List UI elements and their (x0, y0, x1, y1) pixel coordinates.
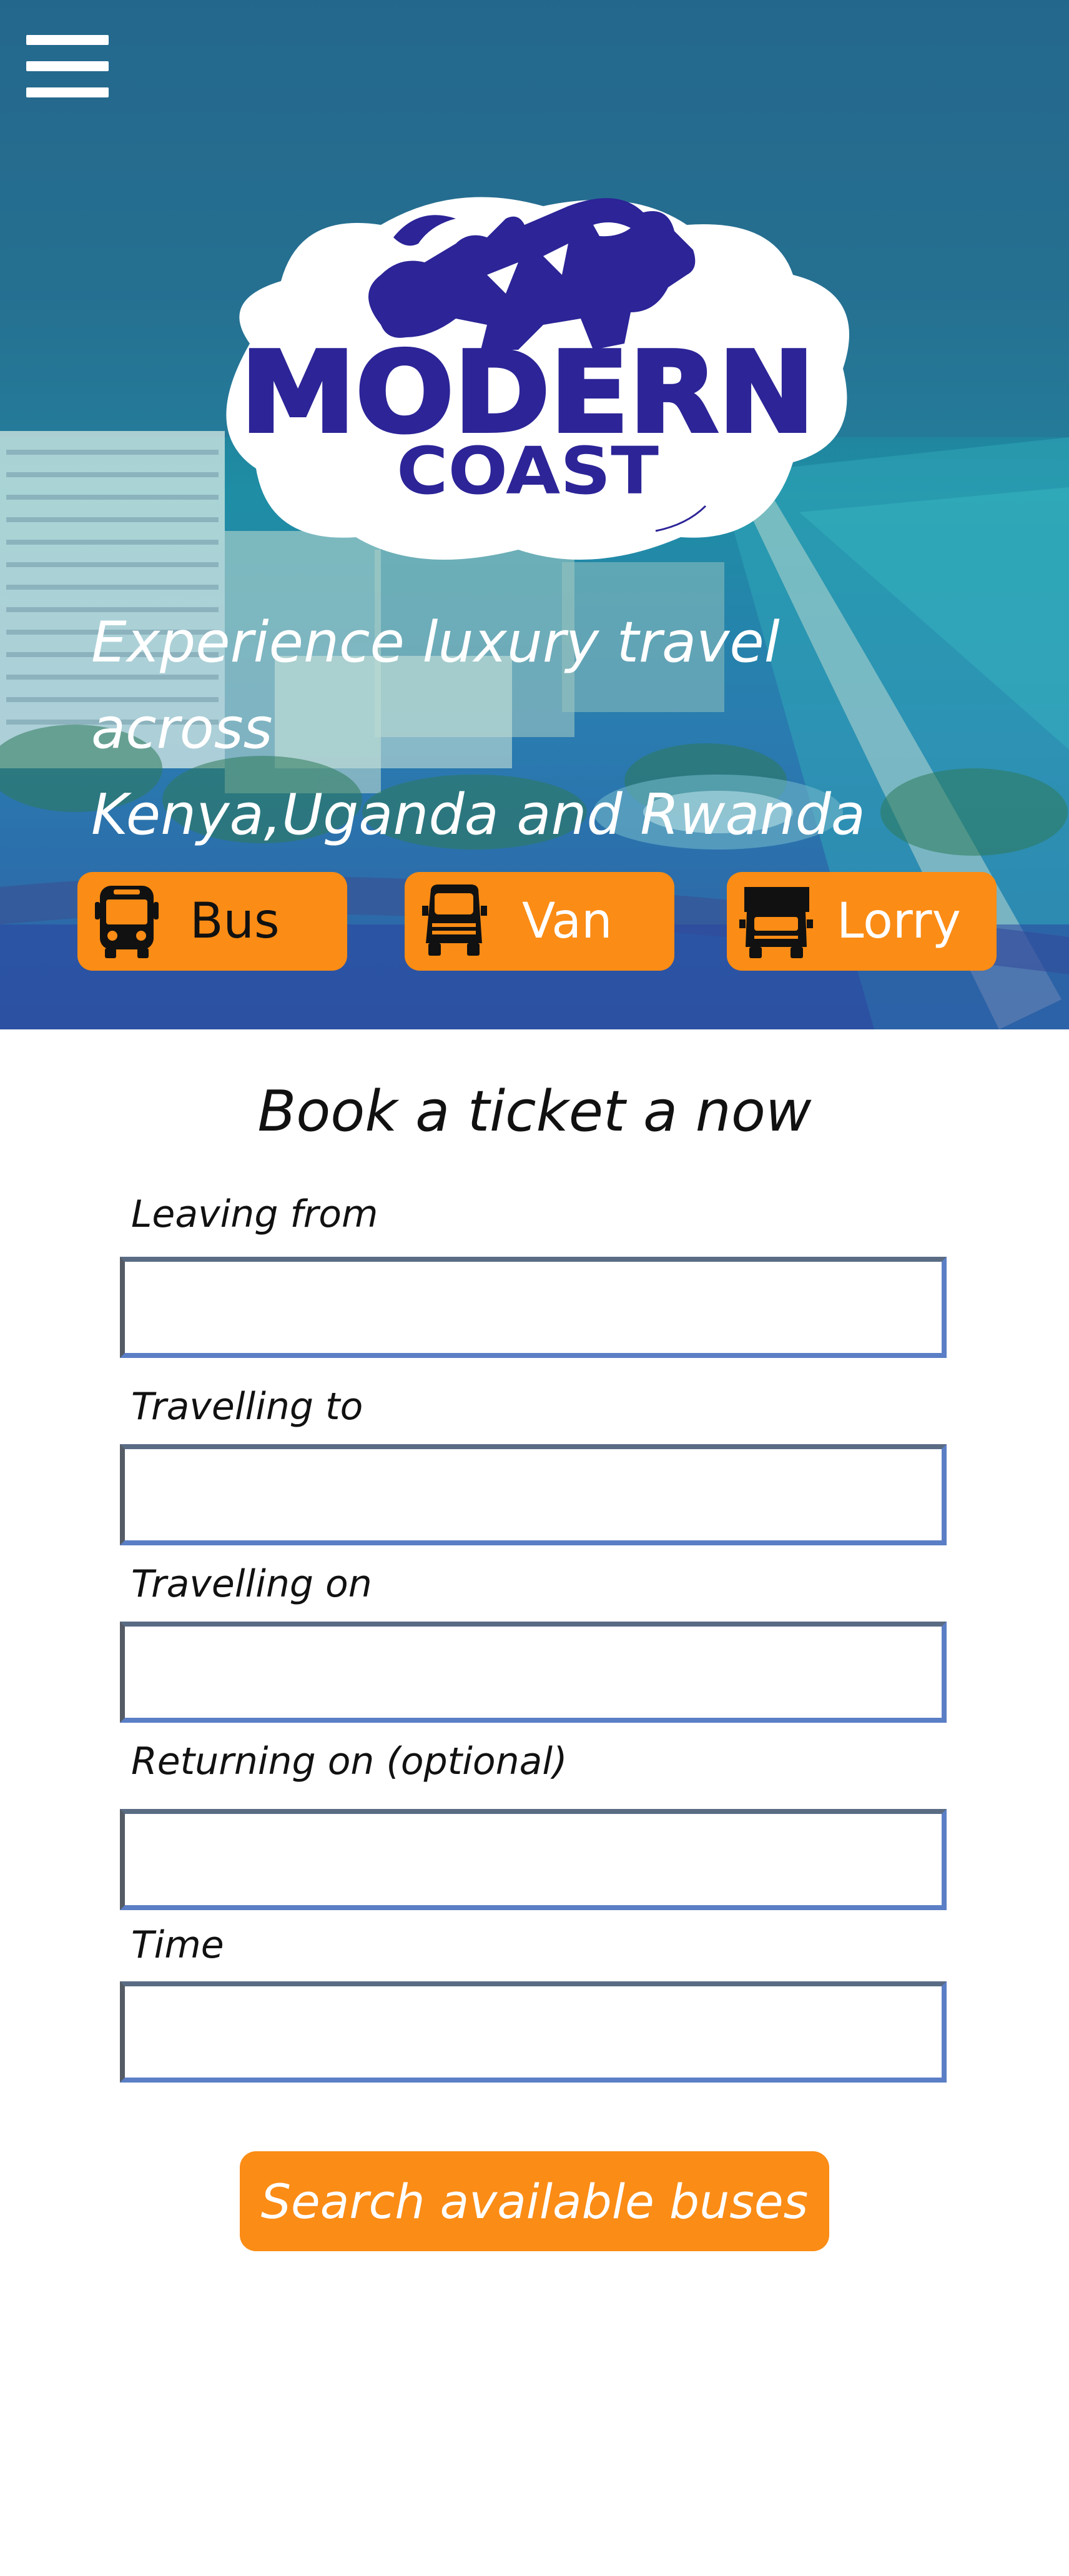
leaving-from-label: Leaving from (131, 1192, 378, 1236)
time-label: Time (131, 1923, 224, 1967)
travelling-on-label: Travelling on (131, 1562, 372, 1606)
tagline-line-1: Experience luxury travel across (91, 610, 780, 761)
tagline-line-2: Kenya,Uganda and Rwanda (91, 782, 865, 848)
vehicle-tab-label: Lorry (837, 893, 961, 949)
vehicle-tab-label: Van (522, 893, 613, 949)
hero-tagline: Experience luxury travel across Kenya,Ug… (91, 600, 965, 858)
booking-form-title: Book a ticket a now (257, 1079, 812, 1144)
svg-text:COAST: COAST (397, 433, 659, 509)
modern-coast-logo[interactable]: MODERN MODERN COAST (194, 169, 862, 581)
search-available-buses-button[interactable]: Search available buses (240, 2151, 829, 2251)
vehicle-tab-bus[interactable]: Bus (77, 872, 347, 971)
leaving-from-input[interactable] (120, 1257, 947, 1358)
bus-icon (95, 886, 159, 958)
hamburger-menu-icon[interactable] (26, 35, 109, 97)
returning-on-input[interactable] (120, 1809, 947, 1910)
vehicle-tab-label: Bus (190, 893, 280, 949)
hero-banner: MODERN MODERN COAST Experience luxury tr… (0, 0, 1069, 1029)
travelling-to-input[interactable] (120, 1444, 947, 1545)
lorry-icon (739, 887, 813, 958)
travelling-on-input[interactable] (120, 1622, 947, 1723)
van-icon (422, 884, 487, 956)
returning-on-label: Returning on (optional) (131, 1740, 568, 1783)
travelling-to-label: Travelling to (131, 1385, 363, 1429)
time-input[interactable] (120, 1981, 947, 2083)
vehicle-tab-van[interactable]: Van (405, 872, 674, 971)
vehicle-tab-lorry[interactable]: Lorry (727, 872, 997, 971)
